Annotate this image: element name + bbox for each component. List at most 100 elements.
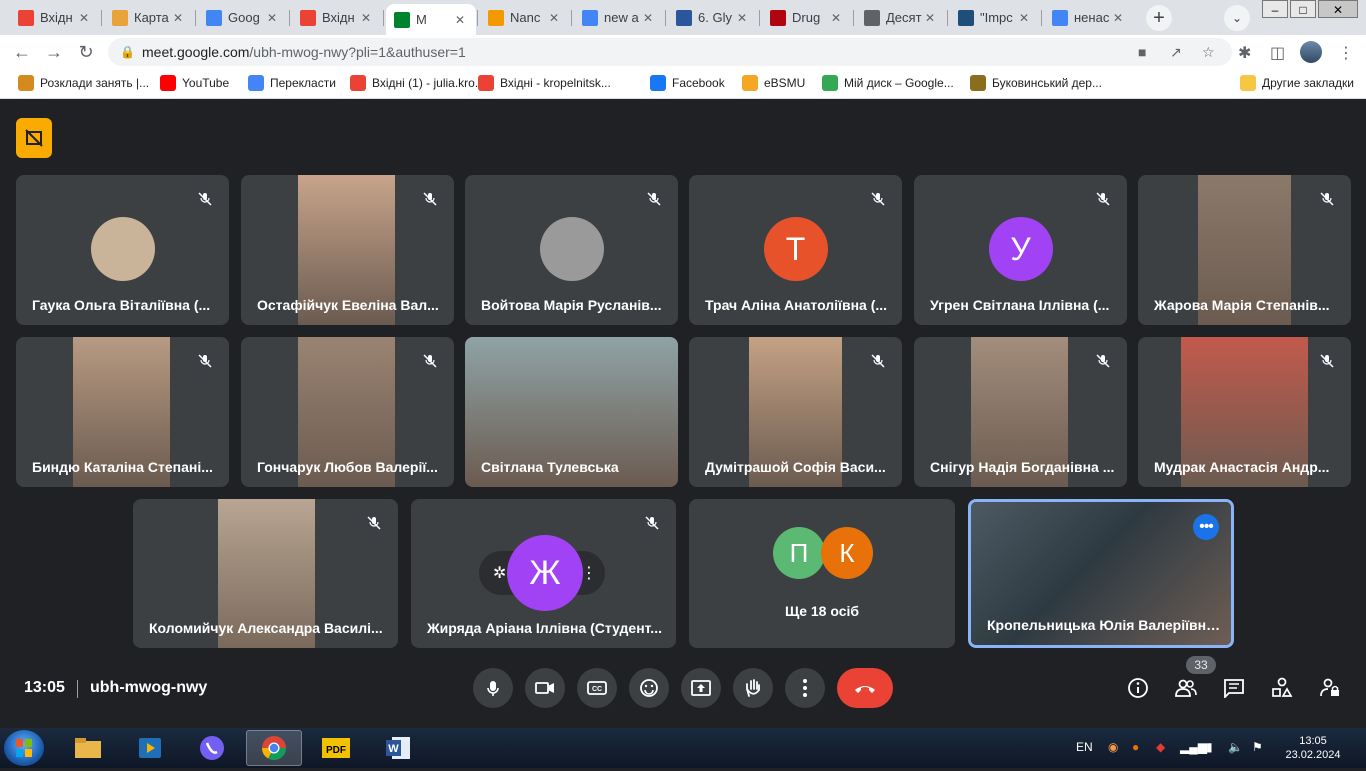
participant-tile[interactable]: ✲✕⋮ЖЖиряда Аріана Іллівна (Студент... bbox=[411, 499, 676, 648]
participant-tile[interactable]: Світлана Тулевська bbox=[465, 337, 678, 487]
new-tab-button[interactable]: + bbox=[1146, 5, 1172, 31]
close-window-button[interactable]: ✕ bbox=[1318, 0, 1358, 18]
participant-tile[interactable]: Снігур Надія Богданівна ... bbox=[914, 337, 1127, 487]
tab-close-icon[interactable]: ✕ bbox=[734, 11, 750, 25]
side-panel-icon[interactable]: ◫ bbox=[1270, 43, 1285, 63]
bookmark-item[interactable]: Мій диск – Google... bbox=[822, 75, 954, 91]
browser-tab[interactable]: ненас ✕ bbox=[1044, 4, 1134, 31]
taskbar-chrome[interactable] bbox=[246, 730, 302, 766]
signal-icon[interactable]: ▂▄▆ bbox=[1180, 740, 1207, 754]
chrome-icon bbox=[262, 736, 286, 761]
browser-tab[interactable]: Десят ✕ bbox=[856, 4, 946, 31]
avast-icon[interactable]: ◉ bbox=[1108, 740, 1118, 754]
ebsmu-icon bbox=[742, 75, 758, 91]
tab-close-icon[interactable]: ✕ bbox=[76, 11, 92, 25]
tab-close-icon[interactable]: ✕ bbox=[358, 11, 374, 25]
participant-tile[interactable]: Гончарук Любов Валерії... bbox=[241, 337, 454, 487]
volume-icon[interactable]: 🔈 bbox=[1228, 740, 1243, 754]
browser-tab[interactable]: Drug ✕ bbox=[762, 4, 852, 31]
participant-avatar: К bbox=[821, 527, 873, 579]
tab-close-icon[interactable]: ✕ bbox=[640, 11, 656, 25]
tab-close-icon[interactable]: ✕ bbox=[170, 11, 186, 25]
tab-close-icon[interactable]: ✕ bbox=[1110, 11, 1126, 25]
action-center-icon[interactable]: ⚑ bbox=[1252, 740, 1263, 754]
bookmark-item[interactable]: Вхідні (1) - julia.kro... bbox=[350, 75, 485, 91]
bookmark-item[interactable]: Перекласти bbox=[248, 75, 336, 91]
browser-tab[interactable]: Вхідн ✕ bbox=[292, 4, 382, 31]
participant-tile[interactable]: Биндю Каталіна Степані... bbox=[16, 337, 229, 487]
recording-badge[interactable] bbox=[16, 118, 52, 158]
participant-tile[interactable]: Войтова Марія Русланів... bbox=[465, 175, 678, 325]
tab-label: 6. Gly bbox=[698, 10, 732, 25]
browser-tab[interactable]: M ✕ bbox=[386, 4, 476, 35]
pdf-icon: PDF bbox=[322, 738, 350, 758]
anydesk-icon[interactable]: ◆ bbox=[1156, 740, 1165, 754]
browser-tab[interactable]: Goog ✕ bbox=[198, 4, 288, 31]
lock-icon: 🔒 bbox=[120, 45, 135, 59]
bookmark-item[interactable]: Вхідні - kropelnitsk... bbox=[478, 75, 611, 91]
other-bookmarks[interactable]: Другие закладки bbox=[1240, 75, 1354, 91]
bookmark-label: Розклади занять |... bbox=[40, 76, 150, 90]
browser-tab[interactable]: 6. Gly ✕ bbox=[668, 4, 758, 31]
back-icon[interactable]: ← bbox=[10, 41, 34, 65]
university-icon bbox=[970, 75, 986, 91]
browser-tab[interactable]: Карта ✕ bbox=[104, 4, 194, 31]
extensions-icon[interactable]: ✱ bbox=[1238, 43, 1251, 63]
battery-icon[interactable]: ▮ bbox=[1206, 740, 1213, 754]
participant-tile[interactable]: Думітрашой Софія Васи... bbox=[689, 337, 902, 487]
others-tile[interactable]: П К Ще 18 осіб bbox=[689, 499, 955, 648]
tab-close-icon[interactable]: ✕ bbox=[264, 11, 280, 25]
browser-tab[interactable]: new a ✕ bbox=[574, 4, 664, 31]
taskbar-media-player[interactable] bbox=[122, 730, 178, 766]
participant-tile[interactable]: Остафійчук Евеліна Вал... bbox=[241, 175, 454, 325]
share-icon[interactable]: ↗ bbox=[1170, 44, 1182, 61]
translate-icon bbox=[248, 75, 264, 91]
participant-tile[interactable]: Мудрак Анастасія Андр... bbox=[1138, 337, 1351, 487]
participant-name: Остафійчук Евеліна Вал... bbox=[257, 297, 439, 313]
taskbar-explorer[interactable] bbox=[60, 730, 116, 766]
profile-avatar[interactable] bbox=[1300, 41, 1322, 63]
reload-icon[interactable]: ↻ bbox=[74, 41, 98, 65]
more-horiz-icon[interactable]: ••• bbox=[1193, 514, 1219, 540]
minimize-button[interactable]: ‒ bbox=[1262, 0, 1288, 18]
browser-tab[interactable]: Nanc ✕ bbox=[480, 4, 570, 31]
pin-icon[interactable]: ✲ bbox=[493, 563, 506, 583]
star-icon[interactable]: ☆ bbox=[1202, 44, 1215, 61]
taskbar-word[interactable]: W bbox=[370, 730, 426, 766]
camera-blocked-icon[interactable]: ■ bbox=[1138, 44, 1146, 60]
bookmark-item[interactable]: Facebook bbox=[650, 75, 725, 91]
bookmark-item[interactable]: eBSMU bbox=[742, 75, 805, 91]
update-icon[interactable]: ● bbox=[1132, 740, 1139, 754]
language-indicator[interactable]: EN bbox=[1076, 740, 1093, 754]
facebook-icon bbox=[650, 75, 666, 91]
participant-tile[interactable]: Коломийчук Александра Василі... bbox=[133, 499, 398, 648]
participant-tile[interactable]: Т Трач Аліна Анатоліївна (... bbox=[689, 175, 902, 325]
more-vert-icon[interactable]: ⋮ bbox=[581, 563, 597, 583]
stanford-icon bbox=[770, 9, 786, 26]
tab-separator bbox=[759, 10, 760, 26]
self-view-tile[interactable]: ••• Кропельницька Юлія Валеріївна... bbox=[968, 499, 1234, 648]
bookmark-item[interactable]: YouTube bbox=[160, 75, 229, 91]
tab-close-icon[interactable]: ✕ bbox=[452, 13, 468, 27]
muted-mic-icon bbox=[866, 187, 890, 211]
start-button[interactable] bbox=[4, 730, 44, 766]
tab-close-icon[interactable]: ✕ bbox=[922, 11, 938, 25]
browser-tab[interactable]: "Impc ✕ bbox=[950, 4, 1040, 31]
participant-tile[interactable]: Гаука Ольга Віталіївна (... bbox=[16, 175, 229, 325]
bookmark-item[interactable]: Буковинський дер... bbox=[970, 75, 1102, 91]
forward-icon[interactable]: → bbox=[42, 41, 66, 65]
taskbar-pdf[interactable]: PDF bbox=[308, 730, 364, 766]
tab-close-icon[interactable]: ✕ bbox=[546, 11, 562, 25]
address-bar[interactable]: 🔒 meet.google.com/ubh-mwog-nwy?pli=1&aut… bbox=[108, 38, 1232, 66]
taskbar-viber[interactable] bbox=[184, 730, 240, 766]
bookmark-item[interactable]: Розклади занять |... bbox=[18, 75, 149, 91]
tab-close-icon[interactable]: ✕ bbox=[828, 11, 844, 25]
participant-tile[interactable]: Жарова Марія Степанів... bbox=[1138, 175, 1351, 325]
tab-search-button[interactable]: ⌄ bbox=[1224, 5, 1250, 31]
browser-menu-icon[interactable]: ⋮ bbox=[1338, 43, 1354, 63]
tab-close-icon[interactable]: ✕ bbox=[1016, 11, 1032, 25]
maximize-button[interactable]: □ bbox=[1290, 0, 1316, 18]
browser-tab[interactable]: Вхідн ✕ bbox=[10, 4, 100, 31]
participant-tile[interactable]: У Угрен Світлана Іллівна (... bbox=[914, 175, 1127, 325]
system-clock[interactable]: 13:05 23.02.2024 bbox=[1284, 734, 1342, 762]
